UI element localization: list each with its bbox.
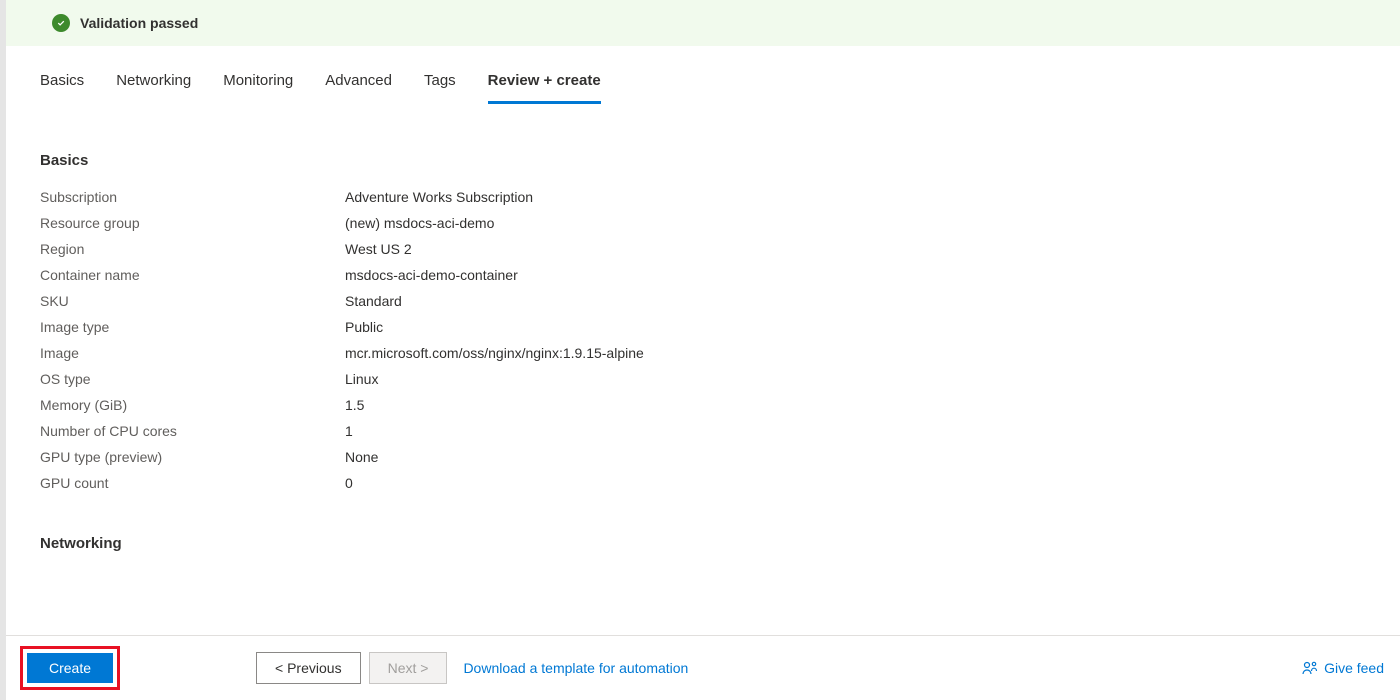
kv-row: Resource group (new) msdocs-aci-demo [40,215,1366,231]
left-border [0,0,6,700]
footer: Create < Previous Next > Download a temp… [6,635,1400,700]
kv-label: Region [40,241,345,257]
kv-value: 0 [345,475,353,491]
kv-row: Image mcr.microsoft.com/oss/nginx/nginx:… [40,345,1366,361]
next-button: Next > [369,652,448,684]
create-button-highlight: Create [20,646,120,690]
tab-advanced[interactable]: Advanced [325,72,392,104]
kv-value: Linux [345,371,378,387]
kv-label: Image [40,345,345,361]
kv-row: Image type Public [40,319,1366,335]
kv-label: Memory (GiB) [40,397,345,413]
kv-value: 1 [345,423,353,439]
kv-label: Resource group [40,215,345,231]
kv-value: None [345,449,378,465]
previous-button[interactable]: < Previous [256,652,361,684]
kv-label: GPU type (preview) [40,449,345,465]
kv-row: GPU type (preview) None [40,449,1366,465]
kv-row: Memory (GiB) 1.5 [40,397,1366,413]
content-area: Basics Networking Monitoring Advanced Ta… [6,46,1400,552]
kv-label: Subscription [40,189,345,205]
kv-label: SKU [40,293,345,309]
download-template-link[interactable]: Download a template for automation [463,660,688,676]
kv-row: OS type Linux [40,371,1366,387]
tab-monitoring[interactable]: Monitoring [223,72,293,104]
validation-banner: Validation passed [6,0,1400,46]
kv-row: GPU count 0 [40,475,1366,491]
kv-value: Adventure Works Subscription [345,189,533,205]
kv-value: (new) msdocs-aci-demo [345,215,494,231]
kv-label: Image type [40,319,345,335]
give-feedback-link[interactable]: Give feed [1302,660,1384,676]
footer-button-group: < Previous Next > Download a template fo… [256,652,688,684]
kv-value: Public [345,319,383,335]
tab-review-create[interactable]: Review + create [488,72,601,104]
kv-row: Number of CPU cores 1 [40,423,1366,439]
kv-row: SKU Standard [40,293,1366,309]
tab-networking[interactable]: Networking [116,72,191,104]
kv-value: 1.5 [345,397,364,413]
kv-value: Standard [345,293,402,309]
tabs: Basics Networking Monitoring Advanced Ta… [40,46,1366,104]
check-circle-icon [52,14,70,32]
kv-value: West US 2 [345,241,412,257]
tab-tags[interactable]: Tags [424,72,456,104]
section-heading-networking: Networking [40,535,1366,552]
kv-row: Container name msdocs-aci-demo-container [40,267,1366,283]
create-button[interactable]: Create [27,653,113,683]
tab-basics[interactable]: Basics [40,72,84,104]
section-heading-basics: Basics [40,152,1366,169]
kv-row: Subscription Adventure Works Subscriptio… [40,189,1366,205]
kv-row: Region West US 2 [40,241,1366,257]
kv-label: Container name [40,267,345,283]
kv-label: Number of CPU cores [40,423,345,439]
kv-value: mcr.microsoft.com/oss/nginx/nginx:1.9.15… [345,345,644,361]
kv-value: msdocs-aci-demo-container [345,267,518,283]
feedback-icon [1302,660,1318,676]
give-feedback-label: Give feed [1324,660,1384,676]
kv-label: OS type [40,371,345,387]
validation-message: Validation passed [80,15,198,31]
kv-label: GPU count [40,475,345,491]
